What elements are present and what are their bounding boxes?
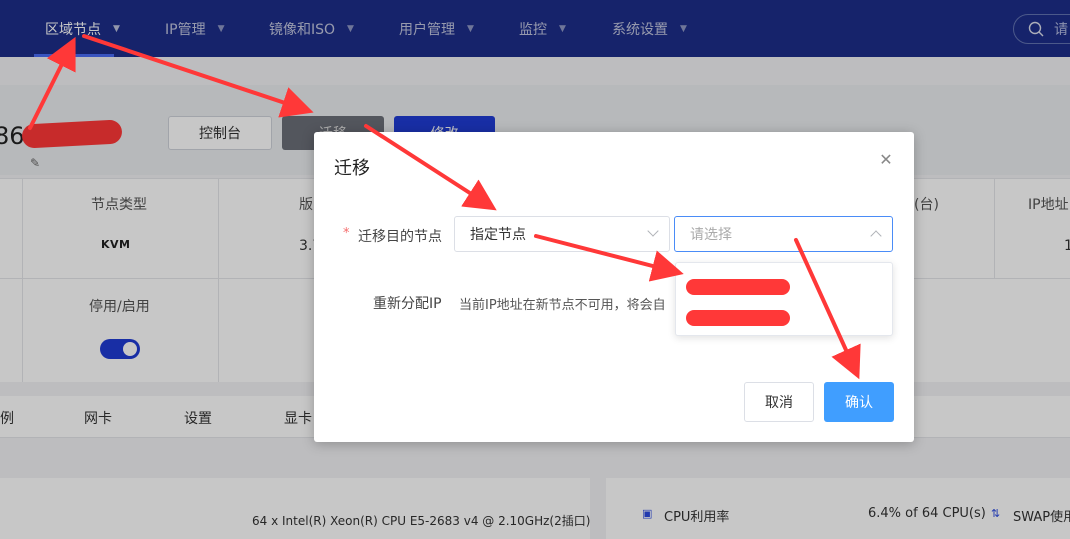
target-node-placeholder: 请选择	[690, 227, 732, 243]
target-mode-value: 指定节点	[470, 227, 526, 243]
confirm-button[interactable]: 确认	[824, 382, 894, 422]
cancel-button[interactable]: 取消	[744, 382, 814, 422]
chevron-up-icon	[870, 230, 882, 242]
target-node-select[interactable]: 请选择	[674, 216, 893, 252]
close-icon[interactable]: ✕	[878, 152, 894, 168]
dialog-title: 迁移	[334, 158, 370, 179]
required-mark: *	[343, 226, 350, 241]
chevron-down-icon	[647, 225, 659, 237]
node-dropdown	[675, 262, 893, 336]
dropdown-option[interactable]	[676, 267, 892, 301]
redaction-mark	[686, 310, 790, 326]
target-node-label: 迁移目的节点	[358, 229, 442, 245]
redaction-mark	[686, 279, 790, 295]
target-mode-select[interactable]: 指定节点	[454, 216, 670, 252]
realloc-ip-label: 重新分配IP	[373, 296, 442, 312]
realloc-ip-description: 当前IP地址在新节点不可用，将会自	[459, 298, 666, 313]
dropdown-option[interactable]	[676, 301, 892, 335]
